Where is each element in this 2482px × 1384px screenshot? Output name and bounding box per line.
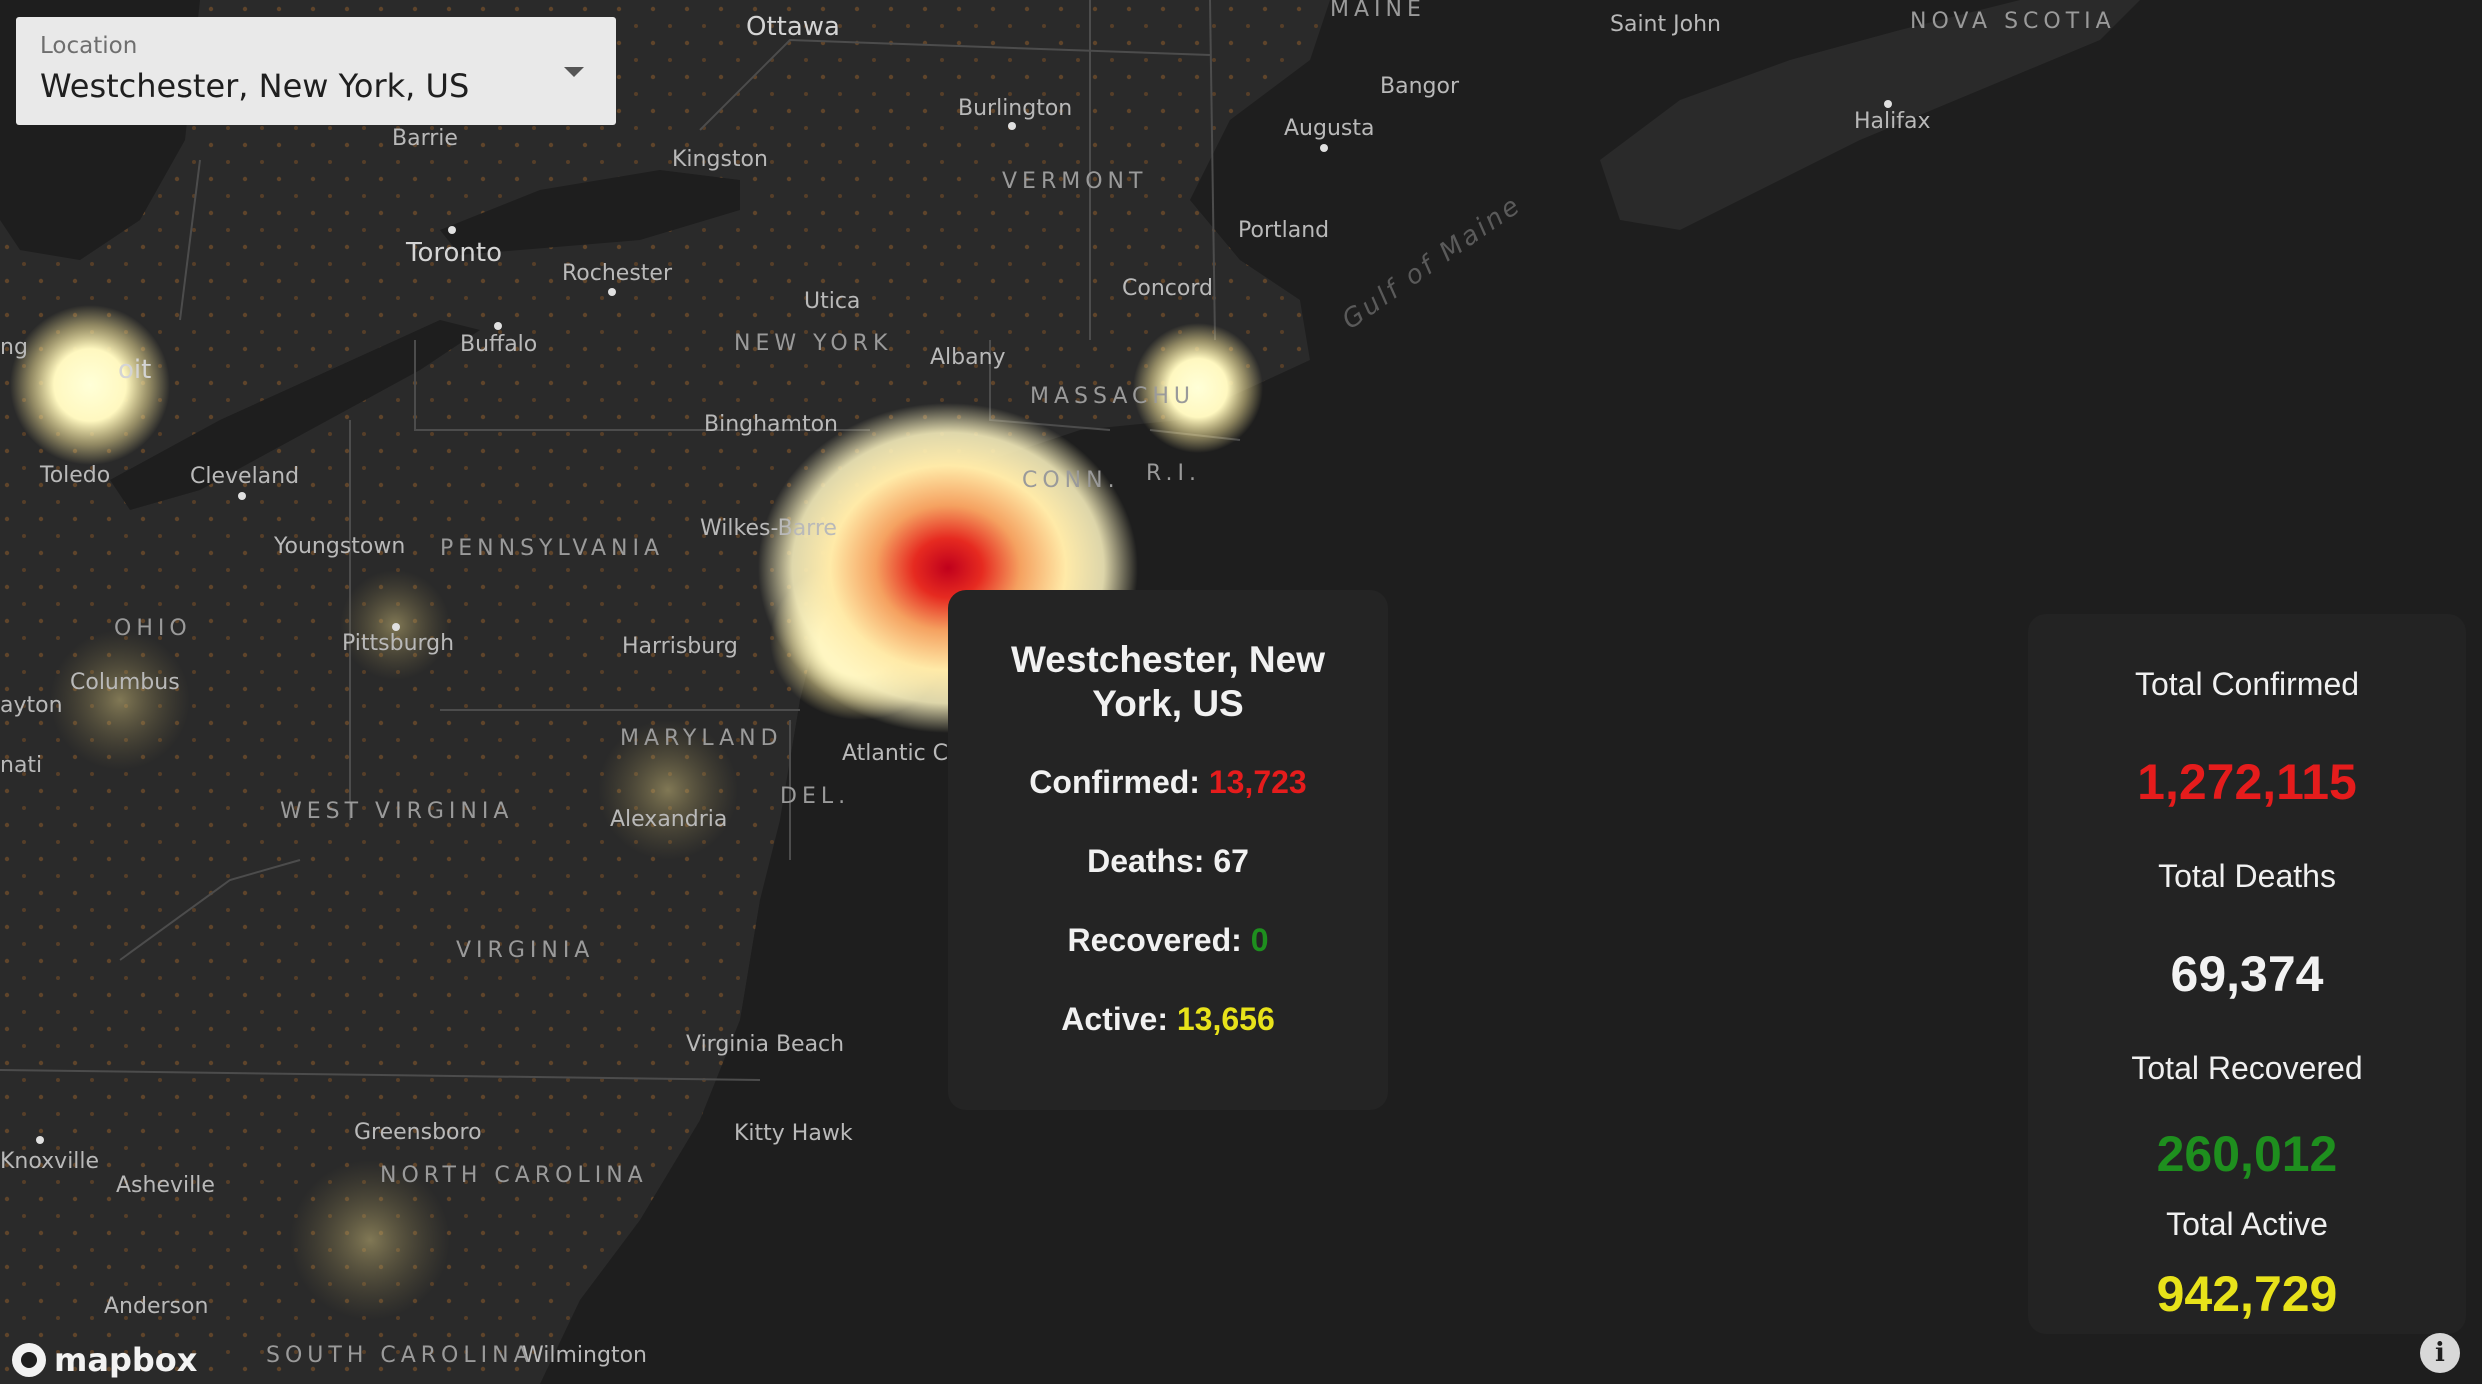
map-label: Kitty Hawk (734, 1121, 853, 1146)
total-deaths-label: Total Deaths (2158, 858, 2336, 894)
region-label: MAINE (1330, 0, 1426, 22)
popup-recovered: Recovered: 0 (984, 922, 1352, 959)
water-label: Gulf of Maine (1337, 190, 1528, 336)
map-label: Pittsburgh (342, 631, 454, 656)
map-label: Wilmington (522, 1343, 647, 1368)
map-label: ng (0, 335, 28, 360)
region-label: PENNSYLVANIA (440, 536, 664, 561)
total-deaths-value: 69,374 (2170, 946, 2324, 1002)
region-label: R.I. (1146, 461, 1201, 486)
map-label: Bangor (1380, 74, 1460, 99)
location-popup: Westchester, New York, US Confirmed: 13,… (948, 590, 1388, 1110)
map-label: Ottawa (746, 12, 840, 42)
totals-panel: Total Confirmed 1,272,115 Total Deaths 6… (2028, 614, 2466, 1334)
popup-recovered-label: Recovered: (1067, 922, 1242, 958)
total-confirmed-value: 1,272,115 (2137, 754, 2357, 810)
region-label: VIRGINIA (456, 938, 594, 963)
popup-deaths-label: Deaths: (1087, 843, 1205, 879)
popup-confirmed: Confirmed: 13,723 (984, 764, 1352, 801)
popup-confirmed-value: 13,723 (1208, 764, 1307, 800)
popup-deaths: Deaths: 67 (984, 843, 1352, 880)
heat-spot-detroit (10, 305, 170, 465)
map-label: Buffalo (460, 332, 537, 357)
map-label: nati (0, 753, 42, 778)
map-label: Utica (804, 289, 860, 314)
map-label: oit (118, 355, 151, 385)
region-label: MARYLAND (620, 726, 783, 751)
popup-active: Active: 13,656 (984, 1001, 1352, 1038)
location-select-label: Location (40, 33, 138, 59)
map-label: Virginia Beach (686, 1032, 844, 1057)
total-active-label: Total Active (2166, 1206, 2328, 1242)
region-label: NORTH CAROLINA (380, 1163, 648, 1188)
region-label: NOVA SCOTIA (1910, 9, 2116, 34)
region-label: WEST VIRGINIA (280, 799, 513, 824)
info-icon[interactable]: i (2420, 1333, 2460, 1373)
region-label: VERMONT (1002, 169, 1147, 194)
location-select-value: Westchester, New York, US (40, 67, 470, 105)
region-label: CONN. (1022, 468, 1120, 493)
map-label: Atlantic Ci (842, 741, 954, 766)
map-label: Concord (1122, 276, 1213, 301)
map-label: Saint John (1610, 12, 1721, 37)
map-label: Greensboro (354, 1120, 482, 1145)
total-confirmed-label: Total Confirmed (2134, 666, 2360, 702)
map-label: Binghamton (704, 412, 838, 437)
region-label: MASSACHU (1030, 384, 1195, 409)
map-label: Knoxville (0, 1149, 99, 1174)
map-label: Columbus (70, 670, 180, 695)
region-label: DEL. (780, 784, 850, 809)
mapbox-logo-text: mapbox (54, 1341, 198, 1379)
popup-active-label: Active: (1061, 1001, 1168, 1037)
map-label: ayton (0, 693, 63, 718)
popup-active-value: 13,656 (1176, 1001, 1275, 1037)
map-label: Anderson (104, 1294, 208, 1319)
mapbox-icon (12, 1343, 46, 1377)
map-label: Halifax (1854, 109, 1931, 134)
map-label: Barrie (392, 126, 458, 151)
region-label: OHIO (114, 616, 192, 641)
map-label: Cleveland (190, 464, 299, 489)
region-label: NEW YORK (734, 331, 892, 356)
total-recovered-value: 260,012 (2156, 1126, 2338, 1182)
map-label: Portland (1238, 218, 1329, 243)
total-active-value: 942,729 (2156, 1266, 2338, 1322)
mapbox-logo[interactable]: mapbox (12, 1341, 198, 1379)
map-label: Harrisburg (622, 634, 738, 659)
map-label: Asheville (116, 1173, 215, 1198)
total-recovered-label: Total Recovered (2131, 1050, 2363, 1086)
map-label: Augusta (1284, 116, 1374, 141)
heat-spot-columbus (50, 630, 190, 770)
popup-title: Westchester, New York, US (1011, 639, 1325, 724)
chevron-down-icon[interactable] (564, 67, 584, 77)
map-label: Toledo (39, 463, 110, 488)
map-label: Albany (930, 345, 1006, 370)
map-label: Youngstown (273, 534, 405, 559)
map-label: Wilkes-Barre (700, 516, 837, 541)
map-label: Burlington (958, 96, 1072, 121)
map-label: Alexandria (610, 807, 727, 832)
location-select[interactable]: Location Westchester, New York, US (16, 17, 616, 125)
popup-deaths-value: 67 (1213, 843, 1249, 879)
region-label: SOUTH CAROLINA (266, 1343, 534, 1368)
map-label: Rochester (562, 261, 673, 286)
popup-confirmed-label: Confirmed: (1029, 764, 1200, 800)
popup-recovered-value: 0 (1250, 922, 1269, 958)
map-label: Kingston (672, 147, 768, 172)
map-label: Toronto (405, 238, 502, 268)
